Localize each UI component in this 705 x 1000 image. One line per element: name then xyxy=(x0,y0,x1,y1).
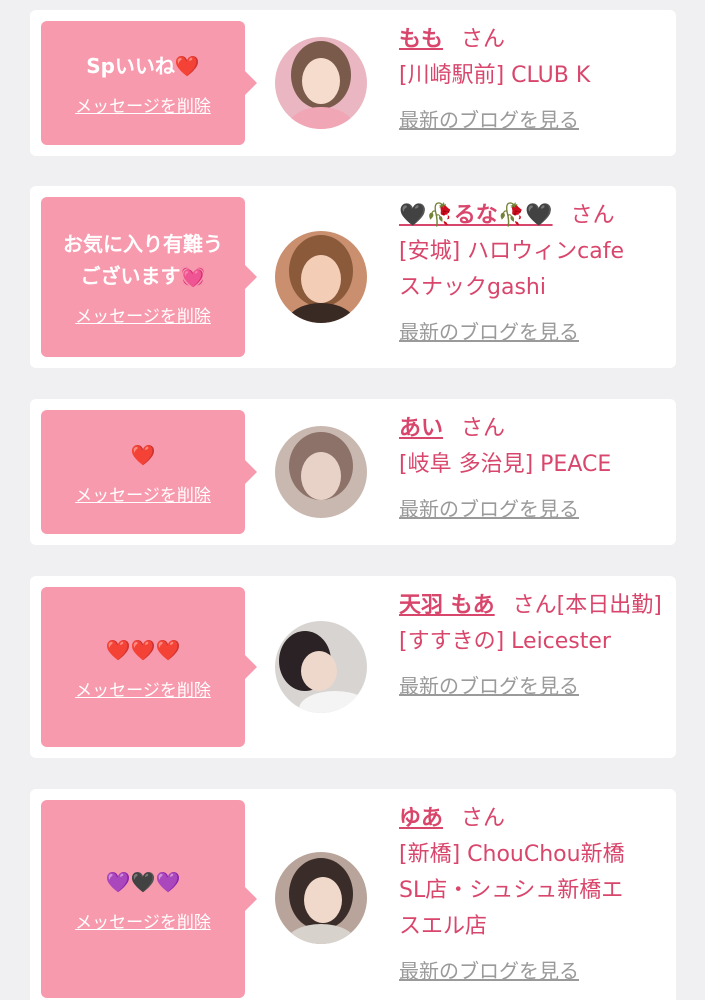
message-card: 💜🖤💜 メッセージを削除 ゆあ さん [新橋] ChouChou新橋 SL店・シュ… xyxy=(30,789,676,1000)
sender-info: あい さん [岐阜 多治見] PEACE 最新のブログを見る xyxy=(399,411,671,527)
message-card: ❤️ メッセージを削除 あい さん [岐阜 多治見] PEACE 最新のブログを見… xyxy=(30,399,676,545)
latest-blog-link[interactable]: 最新のブログを見る xyxy=(399,314,671,350)
name-line: あい さん xyxy=(399,411,671,447)
sender-info: もも さん [川崎駅前] CLUB K 最新のブログを見る xyxy=(399,22,671,138)
delete-message-link[interactable]: メッセージを削除 xyxy=(75,92,211,117)
name-line: ゆあ さん xyxy=(399,801,671,837)
message-text: ❤️ xyxy=(130,442,156,467)
avatar[interactable] xyxy=(275,231,367,323)
sender-name-link[interactable]: あい xyxy=(399,416,443,441)
message-text: 💜🖤💜 xyxy=(105,869,181,894)
avatar[interactable] xyxy=(275,37,367,129)
message-bubble: Spいいね❤️ メッセージを削除 xyxy=(41,21,245,145)
name-line: 🖤🥀るな🥀🖤 さん xyxy=(399,198,671,234)
message-text: お気に入り有難う ございます💓 xyxy=(63,231,223,288)
latest-blog-link[interactable]: 最新のブログを見る xyxy=(399,953,671,989)
honorific: さん xyxy=(461,27,506,52)
honorific: さん xyxy=(461,416,506,441)
message-card: ❤️❤️❤️ メッセージを削除 天羽 もあ さん[本日出勤] [すすきの] Lei… xyxy=(30,576,676,758)
honorific: さん xyxy=(461,806,506,831)
shop-label: [すすきの] Leicester xyxy=(399,629,611,654)
message-card: Spいいね❤️ メッセージを削除 もも さん [川崎駅前] CLUB K 最新のブ… xyxy=(30,10,676,156)
honorific: さん[本日出勤] xyxy=(512,593,662,618)
shop-label: [川崎駅前] CLUB K xyxy=(399,63,591,88)
sender-name-link[interactable]: 🖤🥀るな🥀🖤 xyxy=(399,203,553,228)
delete-message-link[interactable]: メッセージを削除 xyxy=(75,302,211,327)
avatar[interactable] xyxy=(275,621,367,713)
delete-message-link[interactable]: メッセージを削除 xyxy=(75,481,211,506)
shop-label: [新橋] ChouChou新橋 SL店・シュシュ新橋エ スエル店 xyxy=(399,842,625,939)
message-bubble: お気に入り有難う ございます💓 メッセージを削除 xyxy=(41,197,245,357)
honorific: さん xyxy=(570,203,615,228)
sender-info: ゆあ さん [新橋] ChouChou新橋 SL店・シュシュ新橋エ スエル店 最新… xyxy=(399,801,671,989)
message-bubble: ❤️❤️❤️ メッセージを削除 xyxy=(41,587,245,747)
message-bubble: ❤️ メッセージを削除 xyxy=(41,410,245,534)
latest-blog-link[interactable]: 最新のブログを見る xyxy=(399,668,671,704)
delete-message-link[interactable]: メッセージを削除 xyxy=(75,908,211,933)
latest-blog-link[interactable]: 最新のブログを見る xyxy=(399,491,671,527)
message-bubble: 💜🖤💜 メッセージを削除 xyxy=(41,800,245,998)
name-line: もも さん xyxy=(399,22,671,58)
message-text: ❤️❤️❤️ xyxy=(105,637,181,662)
name-line: 天羽 もあ さん[本日出勤] xyxy=(399,588,671,624)
sender-name-link[interactable]: もも xyxy=(399,27,443,52)
message-text: Spいいね❤️ xyxy=(86,53,200,78)
avatar[interactable] xyxy=(275,852,367,944)
message-card: お気に入り有難う ございます💓 メッセージを削除 🖤🥀るな🥀🖤 さん [安城] ハ… xyxy=(30,186,676,368)
shop-label: [岐阜 多治見] PEACE xyxy=(399,452,612,477)
sender-info: 天羽 もあ さん[本日出勤] [すすきの] Leicester 最新のブログを見る xyxy=(399,588,671,704)
latest-blog-link[interactable]: 最新のブログを見る xyxy=(399,102,671,138)
avatar[interactable] xyxy=(275,426,367,518)
delete-message-link[interactable]: メッセージを削除 xyxy=(75,676,211,701)
shop-label: [安城] ハロウィンcafe スナックgashi xyxy=(399,239,625,300)
sender-name-link[interactable]: 天羽 もあ xyxy=(399,593,495,618)
sender-name-link[interactable]: ゆあ xyxy=(399,806,443,831)
sender-info: 🖤🥀るな🥀🖤 さん [安城] ハロウィンcafe スナックgashi 最新のブログ… xyxy=(399,198,671,350)
